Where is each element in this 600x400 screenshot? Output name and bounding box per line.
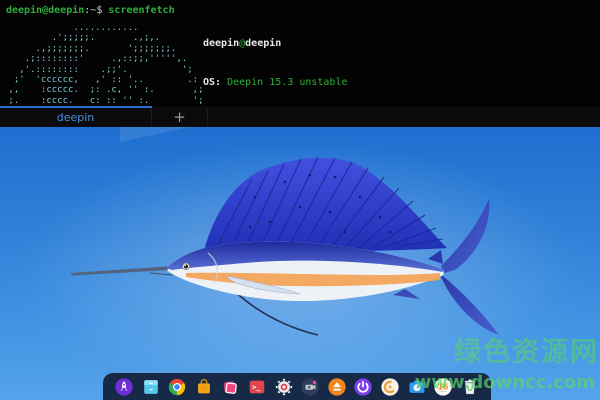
- prompt-path: :~$: [84, 5, 109, 16]
- terminal-icon: >_: [249, 380, 265, 393]
- svg-text:>_: >_: [252, 382, 261, 391]
- app-store-bag-icon: [197, 378, 210, 393]
- dock-item-chrome[interactable]: [167, 376, 188, 397]
- prompt-user-host: deepin@deepin: [6, 5, 85, 16]
- disk-eject-icon: [328, 377, 346, 396]
- dock-item-screenshot[interactable]: [220, 376, 241, 397]
- prompt-command: screenfetch: [108, 5, 175, 16]
- desktop: deepin@deepin:~$ screenfetch ...........…: [0, 0, 600, 400]
- power-icon: [354, 377, 373, 396]
- prompt-line: deepin@deepin:~$ screenfetch: [6, 5, 175, 16]
- deepin-ascii-logo: ............ .';;;;;. .,;,. .,;;;;;;;. '…: [8, 23, 204, 105]
- sysinfo-panel: deepin@deepin OS: Deepin 15.3 unstable K…: [203, 10, 450, 105]
- sysinfo-user: deepin: [203, 37, 240, 49]
- watermark-title: 绿色资源网: [454, 337, 599, 368]
- watermark-url: www.downcc.com: [414, 372, 595, 393]
- chrome-icon: [169, 378, 186, 395]
- dock-item-music-player[interactable]: [380, 376, 401, 397]
- music-disc-icon: [381, 377, 399, 396]
- dock-item-launcher[interactable]: [114, 376, 135, 397]
- fish-pupil: [184, 264, 188, 269]
- launcher-rocket-icon: [115, 377, 133, 396]
- screenshot-icon: [224, 381, 238, 394]
- settings-gear-icon: [275, 378, 292, 395]
- new-tab-button[interactable]: +: [152, 108, 208, 128]
- screen-recorder-icon: [301, 377, 319, 396]
- sysinfo-row-os: OS: Deepin 15.3 unstable: [203, 77, 348, 89]
- terminal-tab-bar: deepin +: [0, 105, 600, 128]
- dock-item-app-store[interactable]: [193, 376, 214, 397]
- dock-item-shutdown[interactable]: [353, 376, 374, 397]
- tab-deepin[interactable]: deepin: [0, 108, 152, 128]
- sysinfo-host: deepin: [245, 37, 282, 49]
- terminal-window: deepin@deepin:~$ screenfetch ...........…: [0, 0, 600, 128]
- dock-item-control-center[interactable]: [273, 376, 294, 397]
- dock-item-disk-mount[interactable]: [326, 376, 347, 397]
- dock-item-file-manager[interactable]: [140, 376, 161, 397]
- file-manager-icon: [143, 379, 158, 394]
- eye-highlight: [184, 264, 186, 267]
- dock-item-screen-recorder[interactable]: [300, 376, 321, 397]
- sysinfo-header: deepin@deepin: [203, 37, 450, 50]
- terminal-content[interactable]: deepin@deepin:~$ screenfetch ...........…: [0, 0, 600, 105]
- dock-item-terminal[interactable]: >_: [247, 376, 268, 397]
